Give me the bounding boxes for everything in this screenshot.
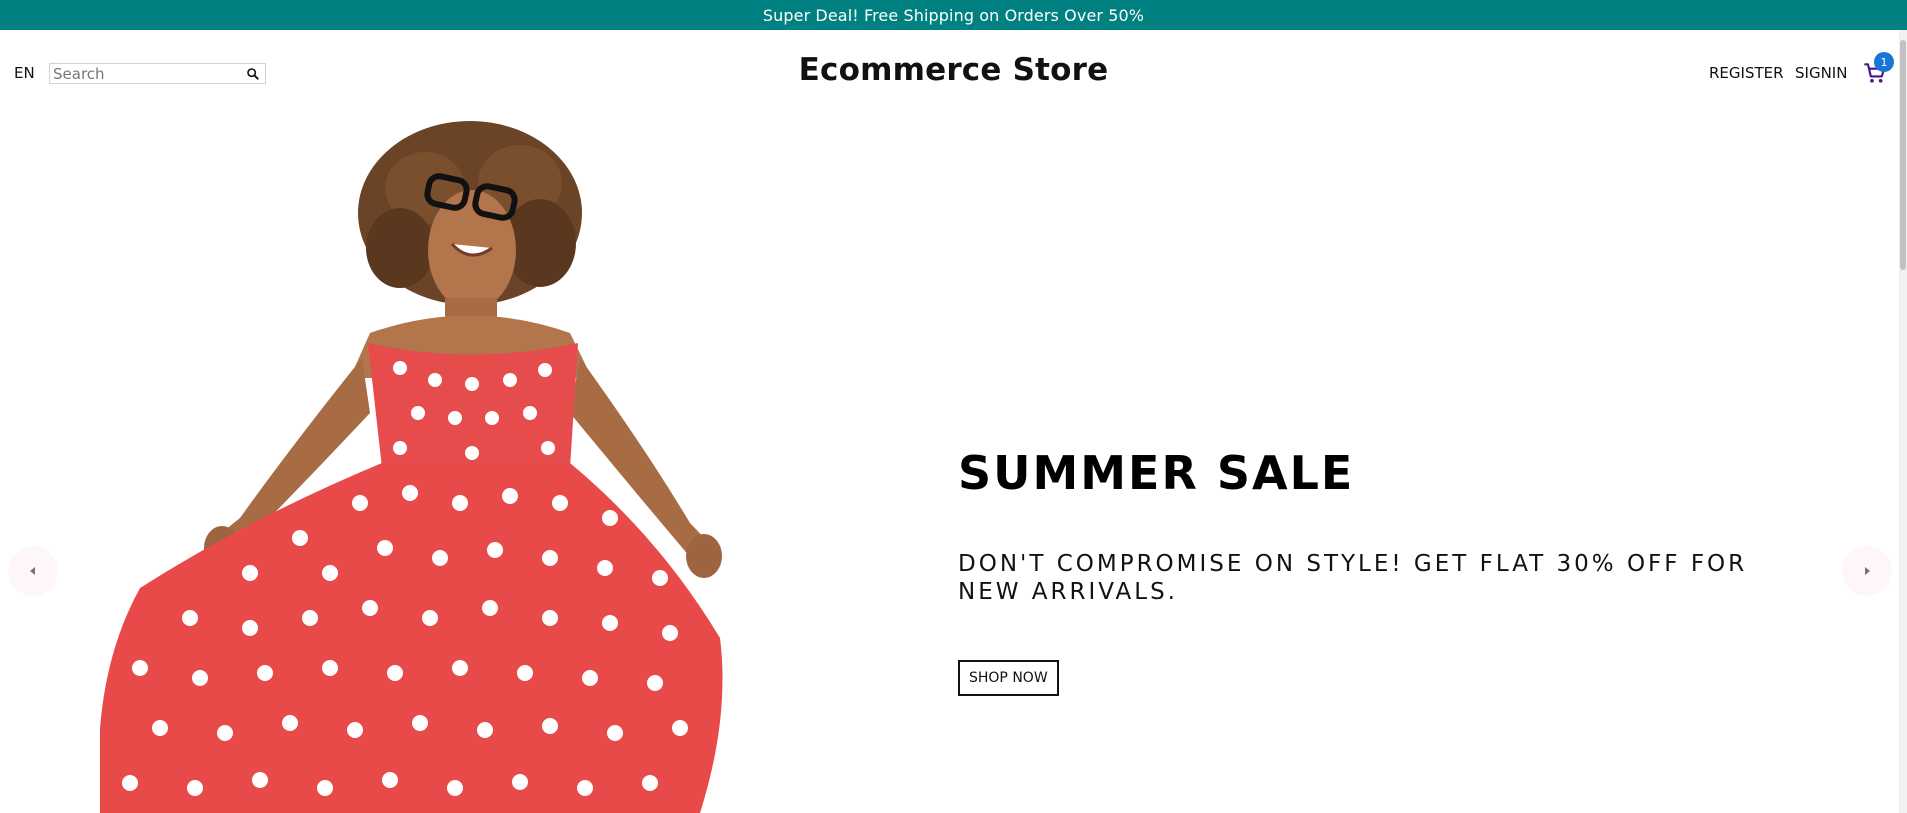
shop-now-button[interactable]: SHOP NOW — [958, 660, 1059, 696]
navbar: EN Ecommerce Store REGISTER SIGNIN 1 — [0, 30, 1907, 118]
signin-link[interactable]: SIGNIN — [1795, 64, 1847, 82]
brand-container: Ecommerce Store — [0, 52, 1907, 88]
search-input[interactable] — [50, 64, 240, 83]
hero-title: SUMMER SALE — [958, 446, 1355, 500]
search-icon[interactable] — [245, 66, 261, 82]
announcement-text: Super Deal! Free Shipping on Orders Over… — [762, 5, 1145, 25]
hero-slider: SUMMER SALE DON'T COMPROMISE ON STYLE! G… — [0, 118, 1907, 813]
hero-text-container: SUMMER SALE DON'T COMPROMISE ON STYLE! G… — [958, 446, 1778, 696]
announcement-bar: Super Deal! Free Shipping on Orders Over… — [0, 0, 1907, 30]
slider-next-button[interactable] — [1842, 546, 1892, 596]
register-link[interactable]: REGISTER — [1709, 64, 1784, 82]
hero-image — [100, 121, 723, 813]
slider-prev-button[interactable] — [8, 546, 58, 596]
scrollbar-thumb[interactable] — [1900, 40, 1906, 270]
hero-description: DON'T COMPROMISE ON STYLE! GET FLAT 30% … — [958, 551, 1748, 605]
search-container — [49, 63, 266, 84]
brand-logo[interactable]: Ecommerce Store — [799, 52, 1109, 88]
cart-badge: 1 — [1874, 52, 1894, 72]
page-scrollbar[interactable] — [1899, 30, 1907, 813]
arrow-right-icon — [1865, 567, 1870, 575]
arrow-left-icon — [30, 567, 35, 575]
language-selector[interactable]: EN — [14, 64, 35, 82]
